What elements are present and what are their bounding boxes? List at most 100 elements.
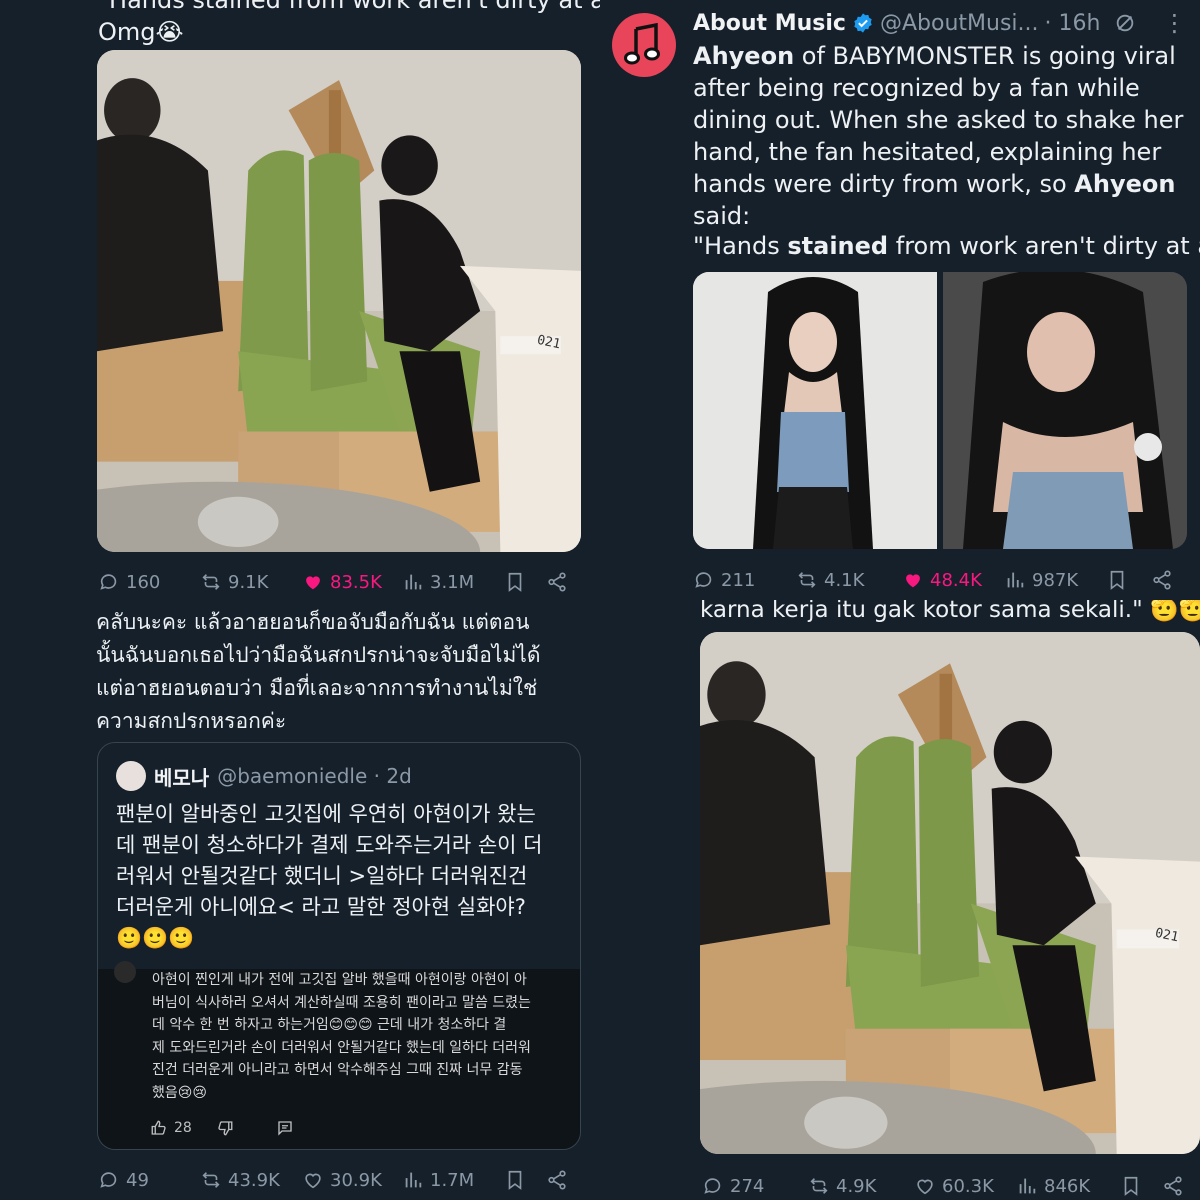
reply-button[interactable]: 274 <box>702 1175 764 1197</box>
like-icon <box>302 571 324 593</box>
tweet-panel-bottom-left: คลับนะคะ แล้วอาฮยอนก็ขอจับมือกับฉัน แต่ต… <box>0 600 600 1200</box>
like-button[interactable]: 60.3K <box>914 1175 994 1197</box>
bookmark-button[interactable] <box>1120 1175 1142 1197</box>
bookmark-icon <box>504 1169 526 1191</box>
repost-count: 4.1K <box>824 569 865 591</box>
tweet-body: Ahyeon of BABYMONSTER is going viral aft… <box>693 40 1188 232</box>
views-button[interactable]: 987K <box>1004 569 1078 591</box>
quote-handle[interactable]: @baemoniedle · 2d <box>217 764 412 788</box>
share-button[interactable] <box>1151 569 1173 591</box>
share-icon <box>546 571 568 593</box>
account-handle[interactable]: @AboutMusi... <box>880 11 1039 36</box>
action-bar: 274 4.9K 60.3K 846K <box>600 1172 1200 1200</box>
views-count: 846K <box>1044 1175 1091 1197</box>
quote-header: 베모나 @baemoniedle · 2d <box>116 761 412 791</box>
reply-button[interactable]: 160 <box>98 571 160 593</box>
share-button[interactable] <box>1162 1175 1184 1197</box>
tweet-time[interactable]: · 16h <box>1045 11 1101 36</box>
quote-line-5: 🙂🙂🙂 <box>116 926 195 950</box>
reply-count: 211 <box>721 569 756 591</box>
repost-icon <box>200 571 222 593</box>
share-icon <box>1162 1175 1184 1197</box>
bookmark-button[interactable] <box>504 571 526 593</box>
avatar[interactable] <box>612 13 676 77</box>
share-icon <box>546 1169 568 1191</box>
views-icon <box>402 571 424 593</box>
artist-name[interactable]: Ahyeon <box>693 42 794 70</box>
reply-count: 160 <box>126 571 161 593</box>
like-button[interactable]: 48.4K <box>902 569 982 591</box>
comment-line-5: 진건 더러운게 아니라고 하면서 악수해주심 그때 진짜 너무 감동 <box>152 1062 523 1078</box>
bookmark-icon <box>1120 1175 1142 1197</box>
repost-button[interactable]: 9.1K <box>200 571 268 593</box>
tweet-panel-top-right: About Music @AboutMusi... · 16h ⋮ Ahyeon… <box>600 0 1200 600</box>
tweet-panel-top-left: "Hands stained from work aren't dirty at… <box>0 0 600 600</box>
music-note-icon <box>624 23 660 65</box>
comment-reply-icon[interactable] <box>276 1119 294 1137</box>
views-icon <box>402 1169 424 1191</box>
account-name[interactable]: About Music <box>693 11 846 36</box>
like-button[interactable]: 30.9K <box>302 1169 382 1191</box>
restaurant-photo[interactable]: 021 <box>700 632 1200 1154</box>
bookmark-icon <box>504 571 526 593</box>
tweet-text: "Hands stained from work aren't dirty at… <box>98 0 600 48</box>
thai-line-4: ความสกปรกหรอกค่ะ <box>96 709 287 733</box>
repost-count: 9.1K <box>228 571 269 593</box>
like-count: 48.4K <box>930 569 982 591</box>
repost-button[interactable]: 4.9K <box>808 1175 876 1197</box>
like-button[interactable]: 83.5K <box>302 571 382 593</box>
artist-name-2[interactable]: Ahyeon <box>1074 170 1175 198</box>
like-count: 30.9K <box>330 1169 382 1191</box>
quote-text-bold: stained <box>787 232 889 260</box>
quote-body: 팬분이 알바중인 고깃집에 우연히 아현이가 왔는 데 팬분이 청소하다가 결제… <box>116 799 572 954</box>
tweet-header: About Music @AboutMusi... · 16h ⋮ <box>693 6 1193 40</box>
grok-icon[interactable] <box>1114 12 1136 34</box>
bookmark-button[interactable] <box>1106 569 1128 591</box>
photo-right[interactable] <box>943 272 1187 549</box>
like-icon <box>902 569 924 591</box>
views-button[interactable]: 3.1M <box>402 571 474 593</box>
repost-button[interactable]: 43.9K <box>200 1169 280 1191</box>
thai-text: คลับนะคะ แล้วอาฮยอนก็ขอจับมือกับฉัน แต่ต… <box>96 606 586 738</box>
views-button[interactable]: 846K <box>1016 1175 1090 1197</box>
quote-account-name[interactable]: 베모나 <box>154 762 209 791</box>
thai-line-2: นั้นฉันบอกเธอไปว่ามือฉันสกปรกน่าจะจับมือ… <box>96 643 541 667</box>
reply-icon <box>98 1169 120 1191</box>
reply-button[interactable]: 211 <box>693 569 755 591</box>
thumbs-up-button[interactable]: 28 <box>150 1119 192 1137</box>
repost-button[interactable]: 4.1K <box>796 569 864 591</box>
views-icon <box>1016 1175 1038 1197</box>
quote-text-post: from work aren't dirty at all." <box>895 232 1200 260</box>
thumbs-up-icon <box>151 1120 166 1135</box>
share-icon <box>1151 569 1173 591</box>
restaurant-photo[interactable]: 021 <box>97 50 581 552</box>
comment-actions: 28 <box>150 1119 294 1137</box>
action-bar: 211 4.1K 48.4K 987K <box>600 566 1200 594</box>
quoted-tweet[interactable]: 베모나 @baemoniedle · 2d 팬분이 알바중인 고깃집에 우연히 … <box>97 742 581 1150</box>
more-icon[interactable]: ⋮ <box>1162 9 1186 37</box>
reply-count: 274 <box>730 1175 765 1197</box>
reply-button[interactable]: 49 <box>98 1169 149 1191</box>
share-button[interactable] <box>546 1169 568 1191</box>
reply-icon <box>693 569 715 591</box>
photo-grid <box>693 272 1187 549</box>
photo-left[interactable] <box>693 272 937 549</box>
views-count: 1.7M <box>430 1169 475 1191</box>
repost-count: 43.9K <box>228 1169 280 1191</box>
comment-avatar <box>114 961 136 983</box>
share-button[interactable] <box>546 571 568 593</box>
reply-icon <box>98 571 120 593</box>
comment-like-count: 28 <box>174 1120 192 1136</box>
comment-line-3: 데 악수 한 번 하자고 하는거임😊😊😊 근데 내가 청소하다 결 <box>152 1017 507 1033</box>
comment-body: 아현이 찐인게 내가 전에 고깃집 알바 했을때 아현이랑 아현이 아 버님이 … <box>152 969 572 1104</box>
avatar[interactable] <box>116 761 146 791</box>
thumbs-down-icon[interactable] <box>216 1119 234 1137</box>
quote-line-2: 데 팬분이 청소하다가 결제 도와주는거라 손이 더 <box>116 833 543 857</box>
omg-line: Omg😭 <box>98 18 184 46</box>
comment-screenshot[interactable]: 아현이 찐인게 내가 전에 고깃집 알바 했을때 아현이랑 아현이 아 버님이 … <box>98 961 580 1149</box>
bookmark-button[interactable] <box>504 1169 526 1191</box>
like-icon <box>914 1175 936 1197</box>
views-button[interactable]: 1.7M <box>402 1169 474 1191</box>
like-count: 83.5K <box>330 571 382 593</box>
like-count: 60.3K <box>942 1175 994 1197</box>
